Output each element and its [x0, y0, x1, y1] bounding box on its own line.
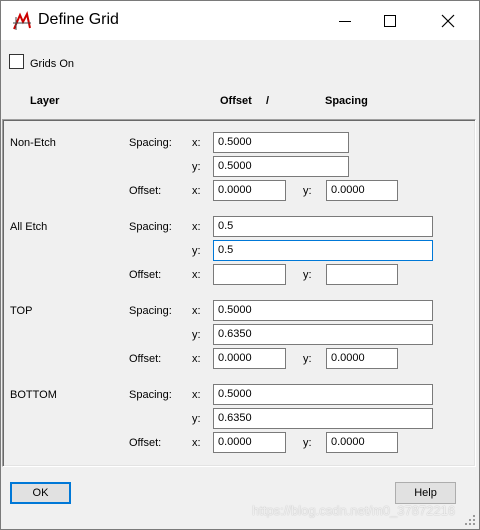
x-label: x:: [192, 185, 201, 197]
y-label: y:: [192, 413, 201, 425]
maximize-icon: [384, 15, 396, 27]
close-button[interactable]: [425, 5, 471, 37]
non-etch-spacing-y-field[interactable]: 0.5000: [213, 156, 349, 177]
help-button[interactable]: Help: [395, 482, 456, 504]
y-label: y:: [192, 329, 201, 341]
all-etch-spacing-x-field[interactable]: 0.5: [213, 216, 433, 237]
all-etch-offset-x-field[interactable]: [213, 264, 286, 285]
header-slash: /: [266, 95, 270, 107]
minimize-button[interactable]: [322, 5, 368, 37]
top-spacing-y-field[interactable]: 0.6350: [213, 324, 433, 345]
x-label: x:: [192, 137, 201, 149]
bottom-offset-x-field[interactable]: 0.0000: [213, 432, 286, 453]
offset-label: Offset:: [129, 269, 162, 281]
offset-label: Offset:: [129, 437, 162, 449]
maximize-button[interactable]: [367, 5, 413, 37]
y-label: y:: [303, 437, 312, 449]
layer-name: BOTTOM: [10, 389, 57, 401]
y-label: y:: [303, 185, 312, 197]
offset-label: Offset:: [129, 353, 162, 365]
layer-name: All Etch: [10, 221, 48, 233]
all-etch-offset-y-field[interactable]: [326, 264, 398, 285]
offset-label: Offset:: [129, 185, 162, 197]
header-spacing: Spacing: [325, 95, 368, 107]
watermark: https://blog.csdn.net/m0_37872216: [252, 503, 456, 518]
non-etch-offset-y-field[interactable]: 0.0000: [326, 180, 398, 201]
y-label: y:: [192, 245, 201, 257]
spacing-label: Spacing:: [129, 389, 172, 401]
ok-button[interactable]: OK: [10, 482, 71, 504]
header-offset: Offset: [220, 95, 252, 107]
non-etch-spacing-x-field[interactable]: 0.5000: [213, 132, 349, 153]
y-label: y:: [303, 353, 312, 365]
layer-name: TOP: [10, 305, 33, 317]
bottom-spacing-y-field[interactable]: 0.6350: [213, 408, 433, 429]
layer-name: Non-Etch: [10, 137, 56, 149]
y-label: y:: [303, 269, 312, 281]
top-offset-x-field[interactable]: 0.0000: [213, 348, 286, 369]
x-label: x:: [192, 389, 201, 401]
window-title: Define Grid: [38, 11, 119, 28]
x-label: x:: [192, 437, 201, 449]
bottom-spacing-x-field[interactable]: 0.5000: [213, 384, 433, 405]
all-etch-spacing-y-field[interactable]: 0.5: [213, 240, 433, 261]
spacing-label: Spacing:: [129, 221, 172, 233]
spacing-label: Spacing:: [129, 137, 172, 149]
x-label: x:: [192, 221, 201, 233]
app-icon: [12, 11, 32, 31]
non-etch-offset-x-field[interactable]: 0.0000: [213, 180, 286, 201]
x-label: x:: [192, 269, 201, 281]
x-label: x:: [192, 305, 201, 317]
minimize-icon: [339, 20, 351, 22]
y-label: y:: [192, 161, 201, 173]
close-icon: [441, 14, 455, 28]
header-layer: Layer: [30, 95, 60, 107]
resize-grip-icon[interactable]: [464, 514, 476, 526]
top-spacing-x-field[interactable]: 0.5000: [213, 300, 433, 321]
title-bar: Define Grid: [0, 0, 480, 40]
grids-on-checkbox[interactable]: [9, 54, 24, 69]
spacing-label: Spacing:: [129, 305, 172, 317]
bottom-offset-y-field[interactable]: 0.0000: [326, 432, 398, 453]
x-label: x:: [192, 353, 201, 365]
top-offset-y-field[interactable]: 0.0000: [326, 348, 398, 369]
grids-on-label: Grids On: [30, 58, 75, 70]
